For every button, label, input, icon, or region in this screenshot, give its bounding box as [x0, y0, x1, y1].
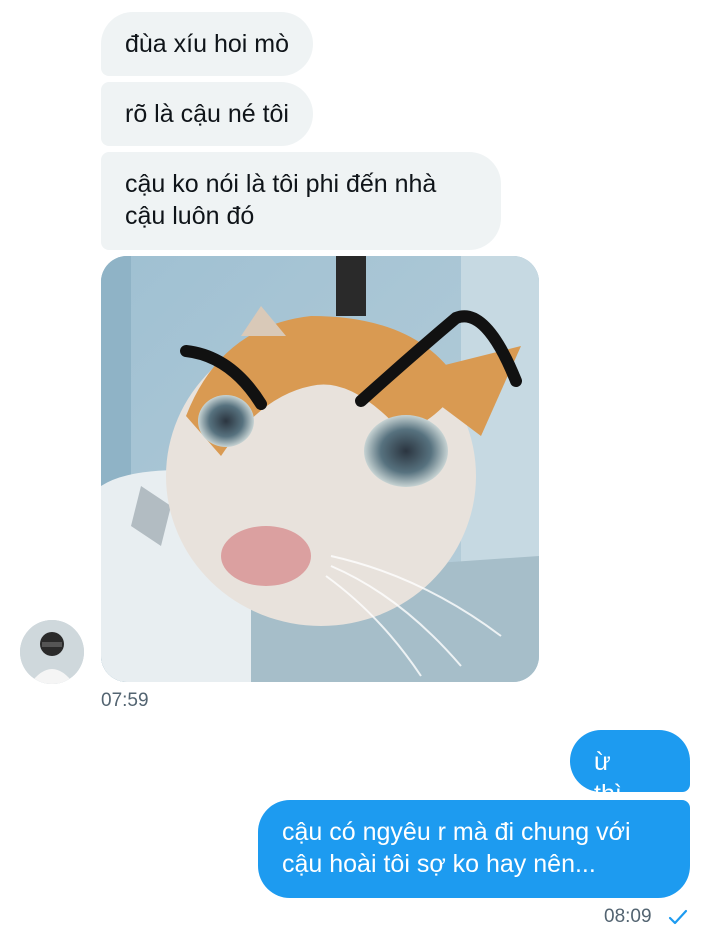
user-avatar: [20, 620, 84, 684]
outgoing-message[interactable]: cậu có ngyêu r mà đi chung với cậu hoài …: [258, 800, 690, 898]
message-text: ừ thì...: [594, 748, 643, 808]
cat-meme-photo: [101, 256, 539, 682]
message-text: đùa xíu hoi mò: [125, 30, 289, 58]
incoming-message[interactable]: đùa xíu hoi mò: [101, 12, 313, 76]
message-text: cậu ko nói là tôi phi đến nhà cậu luôn đ…: [125, 170, 437, 230]
outgoing-message[interactable]: ừ thì...: [570, 730, 690, 808]
message-text: cậu có ngyêu r mà đi chung với cậu hoài …: [282, 818, 631, 878]
incoming-timestamp: 07:59: [101, 690, 149, 711]
message-text: rõ là cậu né tôi: [125, 100, 289, 128]
photo-message[interactable]: [101, 256, 539, 682]
sender-avatar[interactable]: [20, 620, 84, 684]
incoming-message[interactable]: cậu ko nói là tôi phi đến nhà cậu luôn đ…: [101, 152, 501, 250]
incoming-message[interactable]: rõ là cậu né tôi: [101, 82, 313, 146]
outgoing-timestamp: 08:09: [604, 906, 652, 927]
checkmark-icon: [668, 909, 688, 925]
